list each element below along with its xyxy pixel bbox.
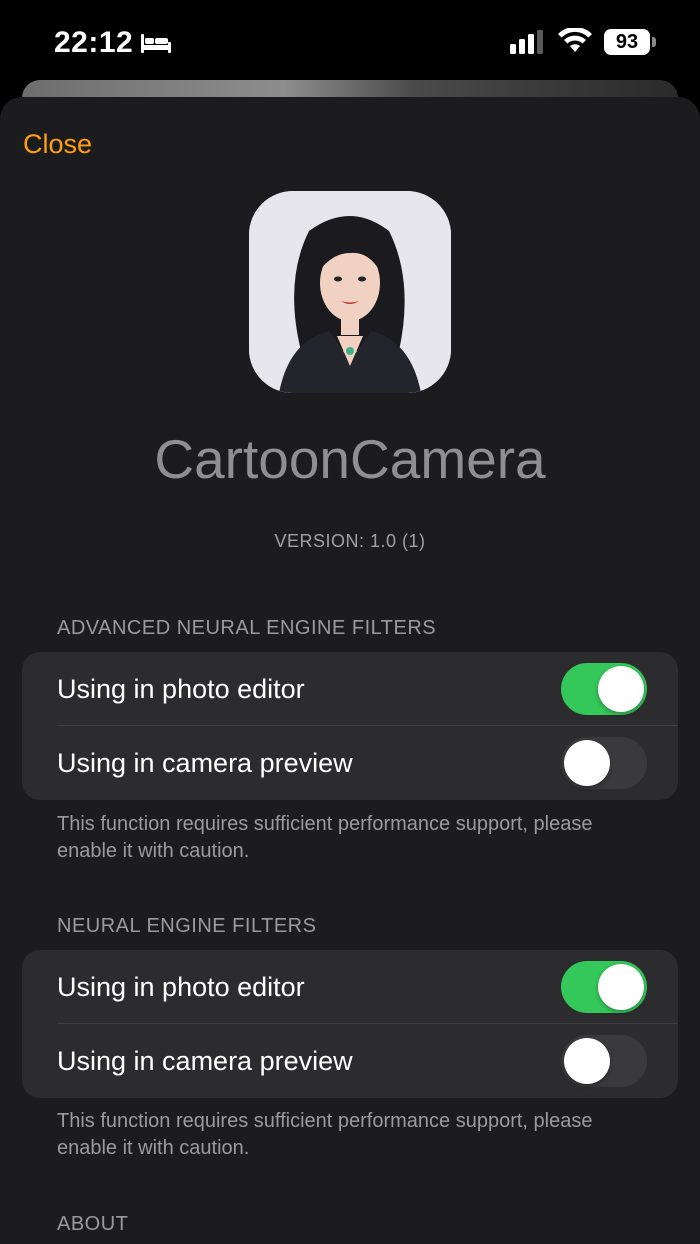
- advanced-photo-editor-row: Using in photo editor: [22, 652, 678, 726]
- toggle-knob: [598, 964, 644, 1010]
- settings-sheet: Close CartoonCamera VERSION: 1.0 (1) ADV…: [0, 97, 700, 1244]
- section-header-neural: NEURAL ENGINE FILTERS: [57, 915, 317, 937]
- section-footer-advanced: This function requires sufficient perfor…: [57, 813, 593, 862]
- row-label: Using in camera preview: [57, 748, 353, 778]
- status-time: 22:12: [54, 26, 134, 59]
- close-button[interactable]: Close: [23, 129, 92, 160]
- app-version: VERSION: 1.0 (1): [274, 531, 426, 551]
- advanced-camera-preview-toggle[interactable]: [561, 737, 647, 789]
- section-header-about: ABOUT: [57, 1213, 129, 1235]
- advanced-filters-group: Using in photo editor Using in camera pr…: [22, 652, 678, 800]
- neural-camera-preview-row: Using in camera preview: [22, 1024, 678, 1098]
- neural-filters-group: Using in photo editor Using in camera pr…: [22, 950, 678, 1098]
- neural-photo-editor-row: Using in photo editor: [22, 950, 678, 1024]
- bed-icon: [141, 34, 171, 53]
- status-bar: 22:12 93: [0, 0, 700, 88]
- battery-icon: 93: [604, 29, 650, 55]
- app-name: CartoonCamera: [154, 428, 546, 490]
- row-label: Using in camera preview: [57, 1046, 353, 1076]
- section-header-advanced: ADVANCED NEURAL ENGINE FILTERS: [57, 617, 437, 639]
- advanced-camera-preview-row: Using in camera preview: [22, 726, 678, 800]
- row-label: Using in photo editor: [57, 674, 305, 704]
- advanced-photo-editor-toggle[interactable]: [561, 663, 647, 715]
- neural-photo-editor-toggle[interactable]: [561, 961, 647, 1013]
- wifi-icon: [558, 28, 592, 52]
- toggle-knob: [564, 740, 610, 786]
- battery-nub: [652, 37, 656, 47]
- toggle-knob: [598, 666, 644, 712]
- row-label: Using in photo editor: [57, 972, 305, 1002]
- toggle-knob: [564, 1038, 610, 1084]
- signal-icon: [510, 30, 543, 54]
- app-icon: [249, 191, 451, 393]
- section-footer-neural: This function requires sufficient perfor…: [57, 1110, 593, 1159]
- neural-camera-preview-toggle[interactable]: [561, 1035, 647, 1087]
